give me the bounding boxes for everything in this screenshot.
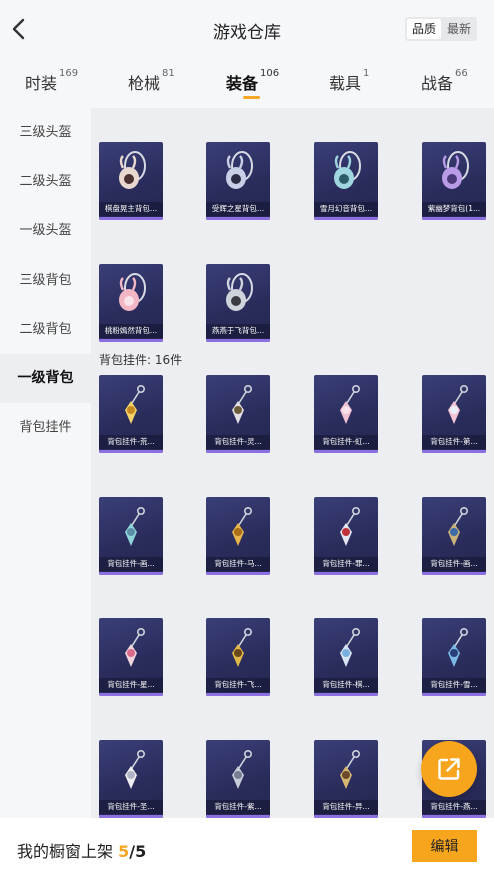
item-label: 背包挂件-荒...: [99, 435, 163, 449]
tab-weapons[interactable]: 枪械81: [128, 68, 175, 94]
dagger-charm-icon: [232, 385, 252, 424]
item-label: 背包挂件-虹...: [314, 435, 378, 449]
staff-charm-icon: [448, 506, 468, 546]
sidebar-item-level2-backpack[interactable]: 二级背包: [0, 305, 91, 354]
pink-heart-charm-icon: [448, 385, 468, 424]
charm-card[interactable]: 背包挂件-异...: [314, 739, 378, 818]
item-label: 背包挂件-燕...: [422, 799, 486, 814]
item-label: 背包挂件-第...: [422, 435, 486, 449]
sort-toggle: 品质 最新: [405, 17, 477, 41]
item-label: 背包挂件-棋...: [314, 678, 378, 692]
charm-card[interactable]: 背包挂件-罪...: [314, 496, 378, 575]
tab-count: 81: [162, 68, 175, 79]
charm-card[interactable]: 背包挂件-虹...: [314, 375, 378, 453]
item-label: 受辉之星背包...: [206, 202, 270, 216]
showcase-status: 我的橱窗上架 5/5: [17, 838, 146, 862]
charm-card[interactable]: 背包挂件-马...: [206, 496, 270, 575]
silver-wings-charm-icon: [340, 749, 360, 789]
item-label: 背包挂件-异...: [314, 799, 378, 814]
sidebar-item-level1-backpack[interactable]: 一级背包: [0, 354, 91, 403]
item-label: 背包挂件-雪...: [422, 678, 486, 692]
tab-equipment[interactable]: 装备106: [226, 68, 280, 94]
item-label: 雪月幻音背包...: [314, 202, 378, 216]
item-label: 背包挂件-灵...: [206, 435, 270, 449]
charm-card[interactable]: 背包挂件-飞...: [206, 618, 270, 696]
charm-card[interactable]: 背包挂件-荒...: [99, 375, 163, 453]
bottom-bar: 我的橱窗上架 5/5 编辑: [0, 818, 494, 875]
charm-card[interactable]: 背包挂件-棋...: [314, 618, 378, 696]
sidebar-item-level1-helmet[interactable]: 一级头盔: [0, 206, 91, 255]
orb-backpack-icon: [334, 151, 361, 189]
tab-count: 66: [455, 68, 468, 79]
chess-knight-charm-icon: [340, 628, 360, 667]
tab-vehicles[interactable]: 载具1: [329, 68, 370, 94]
active-tab-indicator: [243, 96, 260, 99]
tab-count: 1: [363, 68, 370, 79]
sidebar: 三级头盔 二级头盔 一级头盔 三级背包 二级背包 一级背包 背包挂件: [0, 108, 91, 818]
showcase-label: 我的橱窗上架: [17, 842, 114, 861]
eye-backpack-icon: [226, 273, 253, 311]
teal-wand-charm-icon: [125, 506, 145, 546]
charm-card[interactable]: 背包挂件-星...: [99, 618, 163, 696]
showcase-total: /5: [129, 842, 147, 861]
pink-pig-charm-icon: [340, 385, 360, 424]
pink-bunny-backpack-icon: [119, 273, 146, 311]
crystal-charm-icon: [125, 749, 145, 789]
item-label: 背包挂件-星...: [99, 678, 163, 692]
item-label: 桃粉嫣然背包...: [99, 324, 163, 338]
item-label: 背包挂件-紫...: [206, 799, 270, 814]
tab-count: 169: [59, 68, 79, 79]
charm-card[interactable]: 背包挂件-灵...: [206, 375, 270, 453]
tab-fashion[interactable]: 时装169: [25, 68, 79, 94]
heart-chime-charm-icon: [125, 628, 145, 667]
item-label: 紫幽梦背包(1...: [422, 202, 486, 216]
item-label: 背包挂件-罪...: [314, 556, 378, 571]
heart-backpack-icon: [119, 151, 146, 189]
sort-option-quality[interactable]: 品质: [407, 19, 441, 39]
item-label: 背包挂件-圣...: [99, 799, 163, 814]
bell-charm-icon: [232, 749, 252, 789]
gold-horse-charm-icon: [232, 506, 252, 546]
charm-card[interactable]: 背包挂件-画...: [99, 496, 163, 575]
charm-card[interactable]: 背包挂件-紫...: [206, 739, 270, 818]
tab-count: 106: [260, 68, 280, 79]
sidebar-item-level2-helmet[interactable]: 二级头盔: [0, 157, 91, 206]
charm-card[interactable]: 背包挂件-雪...: [422, 618, 486, 696]
rabbit-backpack-icon: [226, 151, 253, 189]
share-button[interactable]: [421, 741, 477, 797]
backpack-card[interactable]: 雪月幻音背包...: [314, 142, 378, 220]
showcase-count: 5: [118, 842, 130, 861]
backpack-card[interactable]: 受辉之星背包...: [206, 142, 270, 220]
sidebar-item-level3-backpack[interactable]: 三级背包: [0, 256, 91, 305]
item-label: 背包挂件-画...: [422, 556, 486, 571]
item-label: 背包挂件-马...: [206, 556, 270, 571]
backpack-card[interactable]: 燕燕于飞背包...: [206, 264, 270, 342]
item-label: 背包挂件-画...: [99, 556, 163, 571]
sidebar-item-level3-helmet[interactable]: 三级头盔: [0, 108, 91, 157]
charms-section-label: 背包挂件: 16件: [99, 353, 183, 367]
backpack-card[interactable]: 紫幽梦背包(1...: [422, 142, 486, 220]
item-label: 背包挂件-飞...: [206, 678, 270, 692]
header: 游戏仓库 品质 最新: [0, 0, 494, 58]
gold-cross-charm-icon: [232, 628, 252, 667]
sort-option-newest[interactable]: 最新: [442, 19, 476, 39]
category-tabs: 时装169 枪械81 装备106 载具1 战备66: [0, 58, 494, 108]
gold-star-charm-icon: [125, 385, 145, 424]
snow-bow-charm-icon: [448, 628, 468, 667]
item-label: 燕燕于飞背包...: [206, 324, 270, 338]
sidebar-item-backpack-charms[interactable]: 背包挂件: [0, 403, 91, 452]
backpack-card[interactable]: 棋盘晃主背包...: [99, 142, 163, 220]
item-grid: 棋盘晃主背包... 受辉之星背包... 雪月幻音背包... 紫幽梦背包(1...…: [91, 108, 494, 818]
charm-card[interactable]: 背包挂件-第...: [422, 375, 486, 453]
edit-button[interactable]: 编辑: [412, 830, 477, 862]
share-external-icon: [438, 758, 460, 780]
winged-heart-charm-icon: [340, 506, 360, 546]
item-label: 棋盘晃主背包...: [99, 202, 163, 216]
tab-supplies[interactable]: 战备66: [421, 68, 468, 94]
backpack-card[interactable]: 桃粉嫣然背包...: [99, 264, 163, 342]
purple-orb-backpack-icon: [442, 151, 469, 189]
charm-card[interactable]: 背包挂件-画...: [422, 496, 486, 575]
charm-card[interactable]: 背包挂件-圣...: [99, 739, 163, 818]
